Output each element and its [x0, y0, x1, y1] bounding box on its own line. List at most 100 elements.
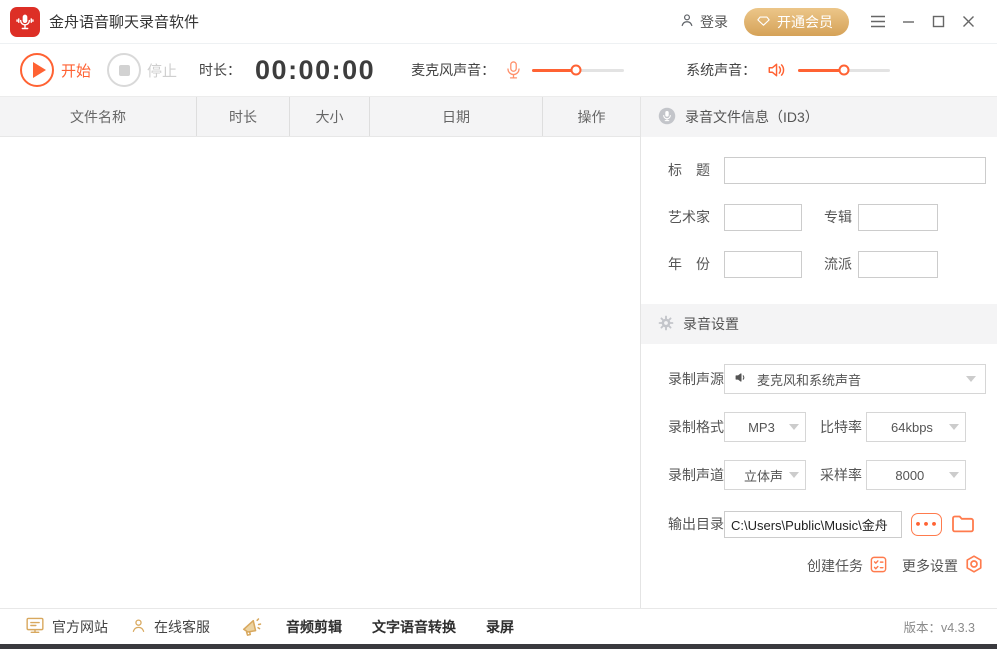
- screen-record-link[interactable]: 录屏: [486, 617, 514, 637]
- samplerate-value: 8000: [895, 467, 925, 483]
- footer-bar: 官方网站 在线客服 音频剪辑 文字语音转换 录屏 版本：v4.3.3: [0, 608, 997, 644]
- official-website-label: 官方网站: [52, 618, 108, 635]
- create-task-label: 创建任务: [807, 557, 863, 574]
- record-format-value: MP3: [748, 419, 775, 435]
- system-volume-slider[interactable]: [798, 64, 891, 76]
- text-to-speech-link[interactable]: 文字语音转换: [372, 617, 456, 637]
- file-table-header: 文件名称 时长 大小 日期 操作: [0, 97, 640, 137]
- mic-volume-slider[interactable]: [532, 64, 625, 76]
- mic-volume-label: 麦克风声音：: [411, 62, 496, 78]
- bitrate-value: 64kbps: [891, 419, 933, 435]
- stop-record-button[interactable]: [107, 53, 142, 87]
- login-label: 登录: [700, 13, 728, 30]
- record-format-label: 录制格式: [668, 419, 724, 435]
- bitrate-label: 比特率: [820, 419, 862, 435]
- gear-icon: [658, 315, 674, 334]
- column-header-duration: 时长: [197, 97, 290, 136]
- chevron-down-icon: [949, 472, 959, 478]
- duration-label: 时长：: [199, 62, 242, 78]
- vip-label: 开通会员: [777, 13, 833, 30]
- microphone-icon: [505, 59, 522, 81]
- speaker-small-icon: [734, 371, 749, 387]
- title-bar: 金舟语音聊天录音软件 登录 开通会员: [0, 0, 997, 44]
- open-folder-button[interactable]: [951, 514, 975, 534]
- id3-section-title: 录音文件信息（ID3）: [685, 109, 819, 125]
- chevron-down-icon: [788, 472, 799, 478]
- samplerate-dropdown[interactable]: 8000: [866, 460, 966, 490]
- online-support-label: 在线客服: [154, 618, 210, 635]
- record-source-label: 录制声源: [668, 371, 724, 387]
- bottom-edge-strip: [0, 644, 997, 649]
- id3-artist-label: 艺术家: [668, 209, 710, 225]
- column-header-size: 大小: [290, 97, 370, 136]
- system-volume-label: 系统声音：: [686, 62, 757, 78]
- id3-genre-label: 流派: [824, 256, 852, 272]
- recording-file-list: 文件名称 时长 大小 日期 操作: [0, 97, 641, 608]
- record-format-dropdown[interactable]: MP3: [724, 412, 806, 442]
- vip-diamond-icon: [756, 13, 771, 31]
- output-dir-label: 输出目录: [668, 516, 724, 532]
- maximize-button[interactable]: [923, 7, 953, 37]
- browse-ellipsis-button[interactable]: •••: [911, 512, 942, 536]
- id3-title-label: 标 题: [668, 162, 710, 178]
- chevron-down-icon: [788, 424, 799, 430]
- support-person-icon: [130, 617, 147, 637]
- vip-upgrade-button[interactable]: 开通会员: [744, 7, 849, 36]
- id3-artist-input[interactable]: [724, 203, 802, 231]
- id3-album-label: 专辑: [824, 209, 852, 225]
- checklist-icon: [869, 555, 888, 577]
- id3-album-input[interactable]: [858, 203, 938, 231]
- file-table-body: [0, 137, 640, 608]
- column-header-filename: 文件名称: [0, 97, 197, 136]
- megaphone-icon: [240, 617, 262, 637]
- right-panel: 录音文件信息（ID3） 标 题 艺术家 专辑 年 份 流派 录音设置 录制声源 …: [641, 97, 997, 608]
- stop-label: 停止: [147, 62, 178, 80]
- record-channel-label: 录制声道: [668, 467, 724, 483]
- mic-badge-icon: [658, 107, 676, 128]
- record-toolbar: 开始 停止 时长： 00:00:00 麦克风声音： 系统声音：: [0, 44, 997, 97]
- id3-year-label: 年 份: [668, 256, 710, 272]
- chevron-down-icon: [948, 424, 959, 430]
- more-settings-label: 更多设置: [902, 557, 958, 574]
- stop-icon: [118, 64, 130, 76]
- app-logo-icon: [10, 6, 40, 37]
- id3-genre-input[interactable]: [858, 250, 938, 278]
- system-volume-thumb[interactable]: [838, 64, 850, 76]
- system-volume-fill: [798, 68, 845, 72]
- record-channel-value: 立体声: [743, 468, 783, 484]
- duration-timer: 00:00:00: [255, 54, 376, 85]
- start-record-button[interactable]: [20, 53, 54, 87]
- menu-button[interactable]: [863, 7, 893, 37]
- id3-year-input[interactable]: [724, 250, 802, 278]
- mic-volume-fill: [532, 68, 577, 72]
- settings-actions: 创建任务 更多设置: [641, 554, 984, 577]
- play-icon: [32, 62, 46, 78]
- minimize-button[interactable]: [893, 7, 923, 37]
- id3-title-input[interactable]: [724, 156, 986, 184]
- more-settings-button[interactable]: 更多设置: [902, 554, 984, 577]
- audio-edit-link[interactable]: 音频剪辑: [286, 617, 342, 637]
- record-source-dropdown[interactable]: 麦克风和系统声音: [724, 364, 986, 394]
- close-button[interactable]: [953, 7, 983, 37]
- bitrate-dropdown[interactable]: 64kbps: [866, 412, 966, 442]
- login-button[interactable]: 登录: [679, 12, 728, 32]
- settings-nut-icon: [964, 554, 984, 577]
- user-icon: [679, 12, 695, 31]
- start-label[interactable]: 开始: [61, 60, 91, 81]
- column-header-actions: 操作: [577, 108, 606, 125]
- record-channel-dropdown[interactable]: 立体声: [724, 460, 806, 490]
- column-header-date: 日期: [370, 97, 543, 136]
- online-support-link[interactable]: 在线客服: [130, 617, 210, 637]
- mic-volume-thumb[interactable]: [570, 64, 582, 76]
- id3-section-header: 录音文件信息（ID3）: [641, 97, 997, 137]
- monitor-icon: [25, 616, 45, 638]
- app-title: 金舟语音聊天录音软件: [49, 14, 200, 31]
- official-website-link[interactable]: 官方网站: [25, 616, 108, 638]
- create-task-button[interactable]: 创建任务: [807, 555, 888, 577]
- samplerate-label: 采样率: [820, 467, 862, 483]
- version-text: 版本：v4.3.3: [903, 621, 975, 635]
- record-source-value: 麦克风和系统声音: [757, 372, 862, 388]
- output-dir-input[interactable]: [724, 510, 902, 538]
- app-window: 金舟语音聊天录音软件 登录 开通会员 开始 停止 时长： 00:00:00 麦克…: [0, 0, 997, 649]
- settings-section-title: 录音设置: [683, 316, 739, 332]
